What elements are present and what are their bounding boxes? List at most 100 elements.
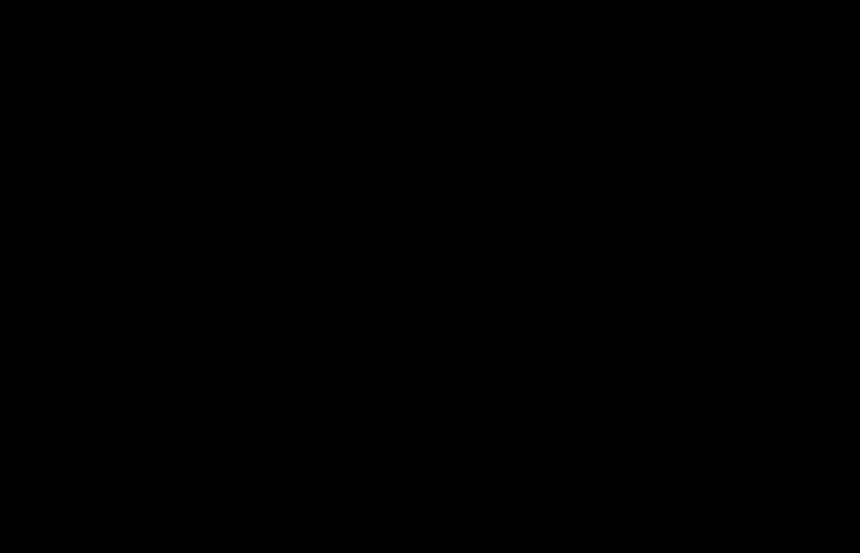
three-d-effects-button[interactable]: 3-D Effects xyxy=(250,51,306,121)
callout-tail-flipped-horizontal xyxy=(135,455,275,479)
callout-flipped-vertical-line1: Flipped xyxy=(53,330,100,346)
align-label: Align xyxy=(611,92,635,105)
wordart-flipped-vertical-mirror[interactable]: Mirror Me xyxy=(214,489,571,540)
menu-item-rotate-right-90-label: Rotate Right 90° xyxy=(685,130,770,142)
shape-width-input[interactable]: 2.83" xyxy=(764,86,833,104)
svg-text:A: A xyxy=(10,101,21,115)
nudge-shadow-left-icon[interactable] xyxy=(197,74,219,94)
inner-divider xyxy=(308,54,309,100)
nudge-shadow-up-icon[interactable] xyxy=(219,54,241,74)
rotate-icon xyxy=(655,55,691,89)
chevron-down-icon[interactable] xyxy=(588,109,595,113)
ribbon-group-shadow-effects: Shadow Effects Shadow Effects xyxy=(117,48,260,141)
text-wrapping-line2: Wrapping xyxy=(537,104,584,116)
menu-item-rotate-right-90[interactable]: Rotate Right 90° xyxy=(649,124,829,148)
word-window: Document5 - Microsoft Word WordArt Tools… xyxy=(0,0,846,539)
tilt-up-icon[interactable] xyxy=(342,52,364,72)
rotate-button[interactable]: Rotate xyxy=(648,50,698,124)
shape-outline-button[interactable]: Shape Outline xyxy=(4,74,117,95)
rotate-right-90-icon xyxy=(649,128,679,144)
callout-flipped-horizontal[interactable]: Flipped hortizontal xyxy=(14,436,139,496)
callout-flipped-vertical[interactable]: Flipped vertical xyxy=(14,316,139,376)
inner-divider xyxy=(187,54,188,100)
shape-height-value: 0.75" xyxy=(771,61,798,73)
three-d-effects-group-label: 3-D Effects xyxy=(280,127,332,139)
shape-height-input[interactable]: 0.75" xyxy=(767,58,836,76)
chevron-down-icon[interactable] xyxy=(293,111,300,115)
chevron-down-icon[interactable] xyxy=(170,111,177,115)
text-wrapping-icon xyxy=(550,55,582,91)
document-page[interactable]: Mirror Me Mirror Me Mirror Me Mirror Me … xyxy=(6,164,668,539)
shape-height-row: Height: 0.75" xyxy=(708,58,836,76)
chevron-down-icon[interactable] xyxy=(107,83,114,86)
position-button[interactable]: Position xyxy=(375,51,427,121)
letter-a-icon: A xyxy=(7,99,23,117)
bring-to-front-button[interactable]: Bring to Front xyxy=(427,51,481,121)
shape-height-label: Height: xyxy=(728,61,763,73)
menu-item-more-rotation-options-label: More Rotation Options... xyxy=(685,233,810,245)
shadow-effects-button[interactable]: Shadow Effects xyxy=(127,51,183,121)
callout-flipped-vertical-line2: vertical xyxy=(54,346,99,362)
rotate-label: Rotate xyxy=(657,90,689,103)
text-wrapping-button[interactable]: Text Wrapping xyxy=(535,51,597,121)
send-to-back-button[interactable]: Send to Back xyxy=(481,51,535,121)
height-stepper[interactable] xyxy=(823,62,832,72)
callout-tail-flipped-vertical xyxy=(135,331,275,357)
chevron-down-icon[interactable] xyxy=(519,109,526,113)
rotate-dropdown-menu[interactable]: Rotate Right 90° Rotate Left 90° Flip Ve… xyxy=(648,121,830,254)
paint-bucket-icon xyxy=(7,55,23,71)
callout-flipped-horizontal-line1: Flipped xyxy=(53,450,100,466)
menu-item-flip-horizontal[interactable]: Flip Horizontal xyxy=(649,198,829,222)
flip-vertical-icon xyxy=(649,178,679,193)
align-button[interactable]: Align xyxy=(599,51,647,121)
ribbon-group-3d-effects: 3-D Effects 3-D Effects xyxy=(242,48,385,141)
title-bar: Document5 - Microsoft Word WordArt Tools xyxy=(0,0,846,27)
shadow-effects-group-label: Shadow Effects xyxy=(142,127,216,139)
position-label: Position xyxy=(381,92,421,105)
ribbon-tab-strip: Format xyxy=(0,26,846,49)
tilt-left-icon[interactable] xyxy=(320,72,342,92)
tilt-down-icon[interactable] xyxy=(342,92,364,112)
shadow-effects-line2: Effects xyxy=(133,106,166,118)
callout-tail-original xyxy=(135,249,275,269)
menu-item-more-rotation-options[interactable]: More Rotation Options... xyxy=(649,227,829,251)
arrange-group-label: Arrange xyxy=(487,127,525,139)
menu-separator xyxy=(679,224,829,225)
shadow-square-icon xyxy=(135,55,175,93)
no-3d-icon[interactable] xyxy=(342,72,364,92)
three-d-cube-icon xyxy=(258,55,298,93)
rotate-left-90-icon xyxy=(649,152,679,168)
nudge-shadow-down-icon[interactable] xyxy=(219,94,241,114)
width-stepper[interactable] xyxy=(819,90,828,100)
contextual-tab-wordart-tools[interactable]: WordArt Tools xyxy=(6,2,104,25)
chevron-down-icon[interactable] xyxy=(398,106,404,110)
menu-item-rotate-left-90[interactable]: Rotate Left 90° xyxy=(649,148,829,172)
menu-item-rotate-left-90-label: Rotate Left 90° xyxy=(685,154,762,166)
bring-to-front-icon xyxy=(438,55,470,91)
shape-fill-label: Shape Fill xyxy=(28,56,80,69)
position-icon xyxy=(385,55,417,91)
menu-item-flip-horizontal-label: Flip Horizontal xyxy=(685,204,759,216)
chevron-down-icon[interactable] xyxy=(620,106,626,110)
flip-horizontal-icon xyxy=(649,203,679,218)
chevron-down-icon[interactable] xyxy=(465,109,472,113)
shape-width-icon xyxy=(708,86,723,104)
menu-item-flip-vertical[interactable]: Flip Vertical xyxy=(649,172,829,198)
change-shape-label: Change Shape xyxy=(28,100,105,113)
document-title: Document5 - Microsoft Word xyxy=(360,5,526,21)
screenshot-root: Document5 - Microsoft Word WordArt Tools… xyxy=(0,0,860,553)
callout-original-label: Original xyxy=(52,254,101,270)
change-shape-button[interactable]: A Change Shape xyxy=(4,96,121,117)
ribbon-group-shape-tools: Shape Fill Shape Outline A Change Shape xyxy=(0,48,118,141)
send-to-back-line2: Back xyxy=(490,104,515,116)
send-to-back-icon xyxy=(492,55,524,91)
shape-fill-button[interactable]: Shape Fill xyxy=(4,52,95,73)
shape-outline-label: Shape Outline xyxy=(28,78,101,91)
no-shadow-icon[interactable] xyxy=(219,74,241,94)
chevron-down-icon[interactable] xyxy=(86,61,93,64)
align-icon xyxy=(607,55,639,91)
tab-format[interactable]: Format xyxy=(16,26,87,49)
callout-original[interactable]: Original xyxy=(14,236,139,288)
shape-width-row: Width: 2.83" xyxy=(708,86,833,104)
chevron-down-icon[interactable] xyxy=(670,104,676,108)
